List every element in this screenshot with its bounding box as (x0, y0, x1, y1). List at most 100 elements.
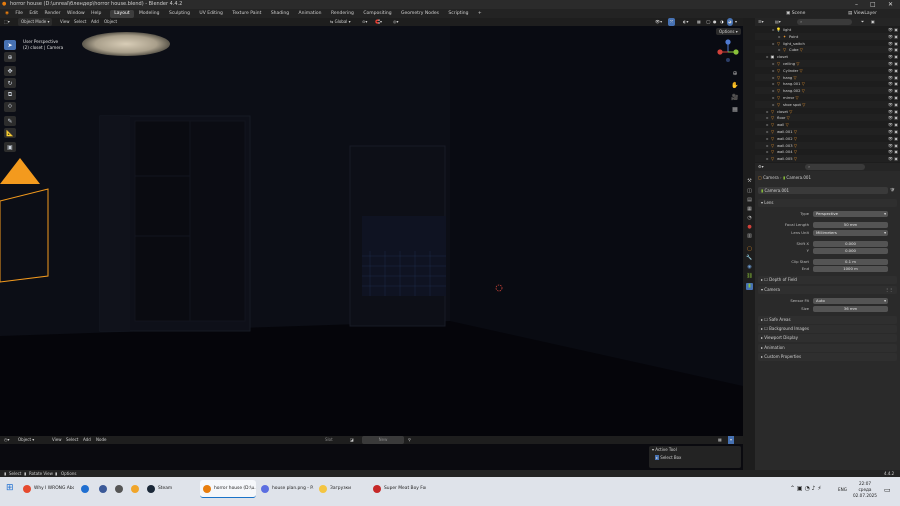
taskbar-app[interactable] (112, 480, 126, 498)
slot-icon[interactable]: ◪ (350, 436, 354, 444)
timeline-menu-node[interactable]: Node (96, 436, 106, 444)
menu-file[interactable]: File (15, 9, 23, 18)
clip-end-field[interactable]: 1000 m (813, 265, 888, 272)
orientation-dropdown[interactable]: ⇆ Global ▾ (330, 18, 351, 26)
timeline-menu-add[interactable]: Add (83, 436, 91, 444)
camera-panel-drag-icon[interactable]: ⋮⋮ (885, 286, 893, 294)
close-button[interactable]: ✕ (888, 0, 893, 9)
minimize-button[interactable]: – (855, 0, 858, 9)
menu-window[interactable]: Window (67, 9, 85, 18)
camera-view-icon[interactable]: 🎥 (730, 92, 740, 102)
perspective-toggle-icon[interactable]: ▦ (730, 104, 740, 114)
collection-tab-icon[interactable]: ▥ (746, 233, 753, 240)
start-menu-icon[interactable]: ⊞ (6, 483, 14, 493)
add-workspace-button[interactable]: + (474, 10, 486, 18)
timeline-area[interactable]: ▾ Active Tool ▸ Select Box (0, 444, 743, 470)
tab-rendering[interactable]: Rendering (327, 10, 358, 18)
tab-geometry-nodes[interactable]: Geometry Nodes (397, 10, 443, 18)
shading-options-icon[interactable]: ▾ (735, 18, 737, 26)
viewport-menu-view[interactable]: View (60, 18, 70, 26)
scene-selector[interactable]: ▣ Scene (786, 9, 805, 18)
cursor-tool[interactable]: ⊕ (4, 52, 16, 62)
gizmo-toggle-icon[interactable]: ⤧ (668, 18, 676, 26)
properties-editor-icon[interactable]: ⚙▾ (758, 163, 764, 171)
move-tool[interactable]: ✥ (4, 66, 16, 76)
shading-rendered-icon[interactable]: ◕ (727, 18, 733, 26)
blender-menu-icon[interactable]: ◉ (5, 9, 9, 18)
menu-help[interactable]: Help (91, 9, 101, 18)
active-tool-row[interactable]: ▸ Select Box (649, 454, 741, 462)
tab-scripting[interactable]: Scripting (444, 10, 472, 18)
properties-search-input[interactable]: ⌕ (805, 164, 865, 170)
pan-hand-icon[interactable]: ✋ (730, 80, 740, 90)
taskbar-app[interactable] (128, 480, 142, 498)
taskbar-app[interactable]: house plan.png - P... (258, 480, 314, 498)
safe-areas-checkbox[interactable]: ☐ (764, 317, 768, 322)
scale-tool[interactable]: ⧉ (4, 90, 16, 100)
viewport-display-panel-header[interactable]: ▸ Viewport Display (758, 334, 897, 342)
proportional-edit-icon[interactable]: ◎▾ (393, 18, 399, 26)
camera-data-tab-icon[interactable]: ▮ (746, 283, 753, 290)
new-collection-icon[interactable]: ▣ (871, 18, 875, 26)
type-dropdown[interactable]: Perspective ▾ (813, 210, 888, 217)
dof-checkbox[interactable]: ☐ (764, 277, 768, 282)
clock[interactable]: 22:07 среда 02.07.2025 (853, 481, 877, 499)
custom-properties-panel-header[interactable]: ▸ Custom Properties (758, 353, 897, 361)
3d-viewport[interactable]: User Perspective (2) closet | Camera ➤ ⊕… (0, 26, 743, 436)
modifiers-tab-icon[interactable]: 🔧 (746, 255, 753, 262)
select-box-tool[interactable]: ➤ (4, 40, 16, 50)
taskbar-app[interactable] (78, 480, 92, 498)
lens-panel-header[interactable]: ▾ Lens (758, 199, 897, 207)
timeline-menu-view[interactable]: View (52, 436, 62, 444)
shading-solid-icon[interactable]: ● (713, 18, 717, 26)
tab-uv-editing[interactable]: UV Editing (195, 10, 226, 18)
dof-panel-header[interactable]: ▸ ☐ Depth of Field (758, 276, 897, 284)
fake-user-icon[interactable]: 🛡 (890, 187, 895, 192)
new-button[interactable]: New (362, 436, 404, 444)
sensor-size-field[interactable]: 36 mm (813, 305, 888, 312)
tray-icons[interactable]: ⌃ ▣ ◔ ♪ ⚡ (790, 485, 822, 492)
rotate-tool[interactable]: ↻ (4, 78, 16, 88)
shift-y-field[interactable]: 0.000 (813, 247, 888, 254)
menu-edit[interactable]: Edit (29, 9, 38, 18)
tab-sculpting[interactable]: Sculpting (165, 10, 194, 18)
measure-tool[interactable]: 📐 (4, 128, 16, 138)
taskbar-app[interactable]: Why I WRONG Abo... (20, 480, 74, 498)
background-images-panel-header[interactable]: ▸ ☐ Background Images (758, 325, 897, 333)
tab-compositing[interactable]: Compositing (359, 10, 395, 18)
viewport-menu-object[interactable]: Object (104, 18, 117, 26)
timeline-menu-select[interactable]: Select (66, 436, 78, 444)
menu-render[interactable]: Render (45, 9, 61, 18)
transform-tool[interactable]: ⟐ (4, 102, 16, 112)
taskbar-app[interactable]: Steam (144, 480, 196, 498)
tab-texture-paint[interactable]: Texture Paint (228, 10, 265, 18)
visibility-icon[interactable]: 👁▾ (655, 18, 662, 26)
timeline-view-icon[interactable]: ▦ (718, 436, 722, 444)
view-layer-tab-icon[interactable]: ▦ (746, 206, 753, 213)
taskbar-app[interactable]: Загрузки (316, 480, 368, 498)
constraints-tab-icon[interactable]: ⛓ (746, 273, 753, 280)
taskbar-app[interactable]: Super Meat Boy For... (370, 480, 426, 498)
tab-shading[interactable]: Shading (267, 10, 293, 18)
outliner-search-input[interactable]: ⌕ (797, 19, 852, 25)
timeline-editor-icon[interactable]: ◷▾ (4, 436, 10, 444)
overlay-toggle-icon[interactable]: ◐▾ (683, 18, 689, 26)
outliner-row[interactable]: ▸ ▽ wall.005 ▽ 👁 ▣ (755, 155, 900, 163)
render-tab-icon[interactable]: ◫ (746, 188, 753, 195)
lens-unit-dropdown[interactable]: Millimeters ▾ (813, 229, 888, 236)
clip-start-field[interactable]: 0.1 m (813, 258, 888, 265)
tab-layout[interactable]: Layout (110, 10, 134, 18)
shading-wireframe-icon[interactable]: ◯ (706, 18, 710, 26)
xray-icon[interactable]: ▦ (697, 18, 701, 26)
tool-tab-icon[interactable]: ⚒ (746, 178, 753, 185)
background-images-checkbox[interactable]: ☐ (764, 326, 768, 331)
maximize-button[interactable]: □ (870, 0, 876, 9)
taskbar-app[interactable]: horror house (D:\u... (200, 480, 256, 498)
navigation-gizmo[interactable] (714, 38, 742, 66)
camera-panel-header[interactable]: ▾ Camera ⋮⋮ (758, 286, 897, 294)
timeline-toggle-icon[interactable]: ▾ (728, 436, 735, 444)
options-button[interactable]: Options ▾ (716, 28, 741, 35)
language-indicator[interactable]: ENG (838, 487, 847, 492)
zoom-icon[interactable]: ⊕ (730, 68, 740, 78)
shading-material-icon[interactable]: ◑ (720, 18, 724, 26)
